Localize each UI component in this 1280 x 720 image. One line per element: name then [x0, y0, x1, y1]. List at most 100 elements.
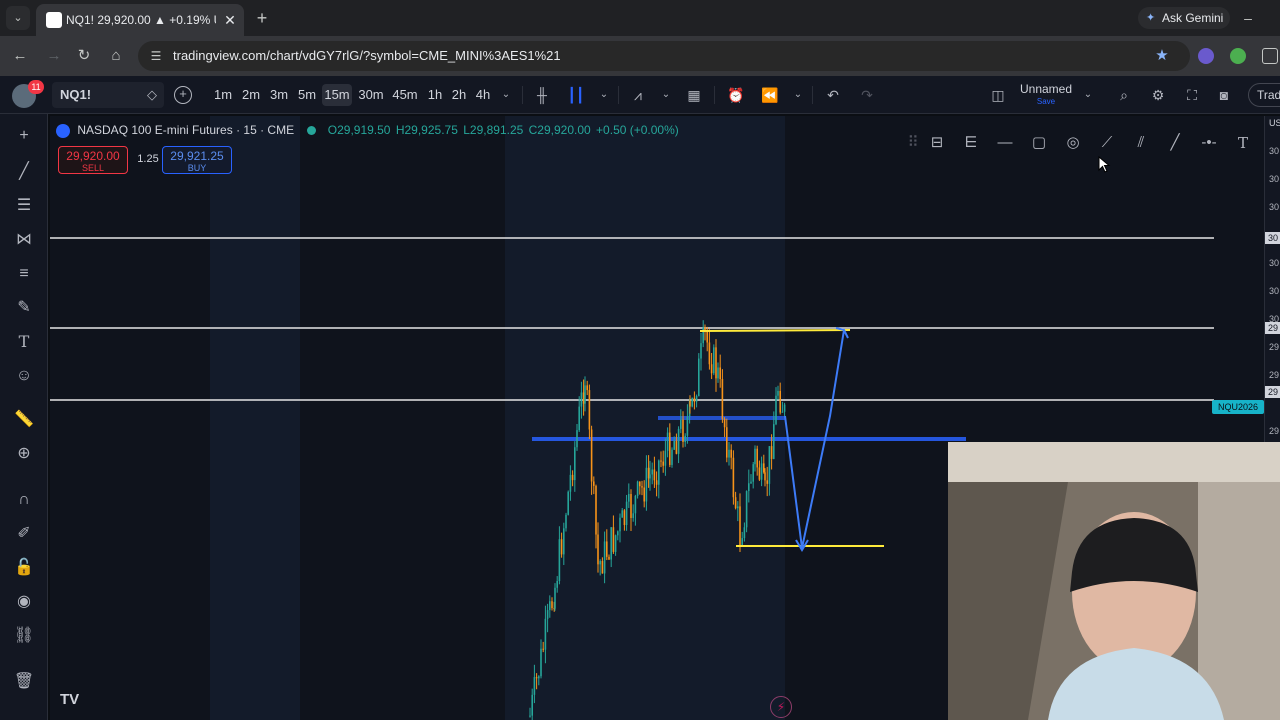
lightning-icon[interactable]: ⚡: [770, 696, 792, 718]
layout-panel-icon[interactable]: ◫: [988, 85, 1008, 105]
fib-retracement-icon[interactable]: ⊟: [926, 132, 948, 154]
tradingview-logo-icon[interactable]: TV: [60, 690, 90, 710]
timeframe-dropdown-chevron-icon[interactable]: ⌄: [496, 85, 516, 105]
pattern-icon[interactable]: ⋈: [12, 228, 36, 252]
candle-body: [728, 449, 730, 458]
timeframe-30m[interactable]: 30m: [356, 84, 386, 106]
diamond-icon: ◇: [147, 87, 157, 102]
timeframe-3m[interactable]: 3m: [266, 84, 292, 106]
extension-icon[interactable]: [1198, 48, 1214, 64]
circle-icon[interactable]: ◎: [1062, 132, 1084, 154]
trade-button[interactable]: Trad: [1248, 83, 1280, 107]
axis-level-label: 29: [1265, 386, 1280, 398]
sell-button[interactable]: 29,920.00 SELL: [58, 146, 128, 174]
chart-type-chevron-icon[interactable]: ⌄: [594, 85, 614, 105]
symbol-legend[interactable]: NASDAQ 100 E-mini Futures · 15 · CME O29…: [56, 122, 681, 138]
horizontal-ray-icon[interactable]: -•-: [1198, 132, 1220, 154]
replay-chevron-icon[interactable]: ⌄: [788, 85, 808, 105]
candle-body: [558, 539, 561, 581]
indicators-chevron-icon[interactable]: ⌄: [656, 85, 676, 105]
ray-icon[interactable]: ⟋: [1096, 132, 1118, 154]
timeframe-5m[interactable]: 5m: [294, 84, 320, 106]
extension-icon[interactable]: [1230, 48, 1246, 64]
candle-body: [636, 481, 639, 496]
cme-logo-icon: [56, 123, 70, 138]
back-arrow-icon[interactable]: ←: [10, 46, 30, 66]
magnet-icon[interactable]: ∩: [12, 488, 36, 512]
tab-close-icon[interactable]: ✕: [220, 10, 240, 30]
candle-body: [584, 385, 586, 404]
timeframe-1h[interactable]: 1h: [424, 84, 446, 106]
pencil-lock-icon[interactable]: ✐: [12, 522, 36, 546]
toolbar-divider: [618, 86, 619, 104]
replay-icon[interactable]: ⏪: [760, 85, 780, 105]
snapshot-camera-icon[interactable]: ◙: [1214, 85, 1234, 105]
candle-body: [715, 347, 717, 379]
browser-tab[interactable]: NQ1! 29,920.00 ▲ +0.19% Unn ✕: [36, 4, 244, 36]
tab-search-chevron-icon[interactable]: ⌄: [6, 6, 30, 30]
layout-chevron-icon[interactable]: ⌄: [1078, 85, 1098, 105]
candle-body: [649, 474, 651, 479]
horizontal-lines-icon[interactable]: ☰: [12, 194, 36, 218]
timeframe-2h[interactable]: 2h: [448, 84, 470, 106]
link-icon[interactable]: ⛓: [12, 624, 36, 648]
drag-handle-icon[interactable]: ⠿: [902, 132, 924, 154]
candlestick-chart-type-icon[interactable]: ┃┃: [566, 85, 586, 105]
new-tab-button[interactable]: +: [252, 8, 272, 28]
trash-icon[interactable]: 🗑: [12, 670, 36, 694]
axis-tick: 29: [1269, 370, 1280, 380]
reload-icon[interactable]: ↻: [74, 46, 94, 66]
timeframe-2m[interactable]: 2m: [238, 84, 264, 106]
axis-tick: 30: [1269, 146, 1280, 156]
layout-save-label[interactable]: Save: [1012, 97, 1080, 107]
text-tool-icon[interactable]: T: [1232, 132, 1254, 154]
text-icon[interactable]: T: [12, 330, 36, 354]
emoji-icon[interactable]: ☺: [12, 364, 36, 388]
candle-body: [619, 517, 621, 532]
layout-name[interactable]: Unnamed: [1012, 82, 1080, 96]
bar-chart-type-icon[interactable]: ╫: [532, 85, 552, 105]
window-minimize-icon[interactable]: –: [1238, 8, 1258, 28]
forward-arrow-icon[interactable]: →: [44, 46, 64, 66]
home-icon[interactable]: ⌂: [106, 46, 126, 66]
timeframe-1m[interactable]: 1m: [210, 84, 236, 106]
floating-drawing-toolbar: ⠿ ⊟ ⋿ — ▢ ◎ ⟋ ⫽ ╱ -•- T: [902, 128, 1262, 158]
trendline-icon[interactable]: ╱: [12, 160, 36, 184]
fullscreen-icon[interactable]: ⛶: [1182, 85, 1202, 105]
bookmark-star-icon[interactable]: ★: [1153, 47, 1171, 65]
undo-icon[interactable]: ↶: [823, 85, 843, 105]
fib-icon[interactable]: ≡: [12, 262, 36, 286]
parallel-channel-icon[interactable]: ⫽: [1130, 132, 1152, 154]
timeframe-4h[interactable]: 4h: [472, 84, 494, 106]
layout-grid-icon[interactable]: ▦: [684, 85, 704, 105]
candle-body: [625, 501, 628, 526]
lock-icon[interactable]: 🔓: [12, 556, 36, 580]
brush-icon[interactable]: ✎: [12, 296, 36, 320]
timeframe-45m[interactable]: 45m: [390, 84, 420, 106]
ask-gemini-button[interactable]: ✦ Ask Gemini: [1138, 7, 1230, 29]
alert-clock-icon[interactable]: ⏰: [726, 85, 746, 105]
buy-button[interactable]: 29,921.25 BUY: [162, 146, 232, 174]
extensions-puzzle-icon[interactable]: [1262, 48, 1278, 64]
compare-symbol-plus-icon[interactable]: +: [174, 86, 192, 104]
quick-search-icon[interactable]: ⌕: [1114, 85, 1134, 105]
trend-line-icon[interactable]: ╱: [1164, 132, 1186, 154]
ruler-icon[interactable]: 📏: [12, 408, 36, 432]
redo-icon[interactable]: ↷: [857, 85, 877, 105]
crosshair-icon[interactable]: +: [12, 124, 36, 148]
eye-icon[interactable]: ◉: [12, 590, 36, 614]
horizontal-line-icon[interactable]: —: [994, 132, 1016, 154]
indicators-icon[interactable]: ⩘: [628, 85, 648, 105]
settings-gear-icon[interactable]: ⚙: [1148, 85, 1168, 105]
zoom-icon[interactable]: ⊕: [12, 442, 36, 466]
legend-change: +0.50 (+0.00%): [596, 123, 679, 137]
candle-body: [546, 610, 549, 619]
candle-body: [580, 392, 583, 407]
timeframe-15m[interactable]: 15m: [322, 84, 352, 106]
symbol-search-button[interactable]: NQ1! ◇: [52, 82, 164, 108]
pitchfork-icon[interactable]: ⋿: [960, 132, 982, 154]
sell-price: 29,920.00: [66, 149, 120, 163]
rectangle-icon[interactable]: ▢: [1028, 132, 1050, 154]
url-input[interactable]: ☰ tradingview.com/chart/vdGY7rlG/?symbol…: [138, 41, 1190, 71]
site-info-icon[interactable]: ☰: [148, 48, 164, 64]
